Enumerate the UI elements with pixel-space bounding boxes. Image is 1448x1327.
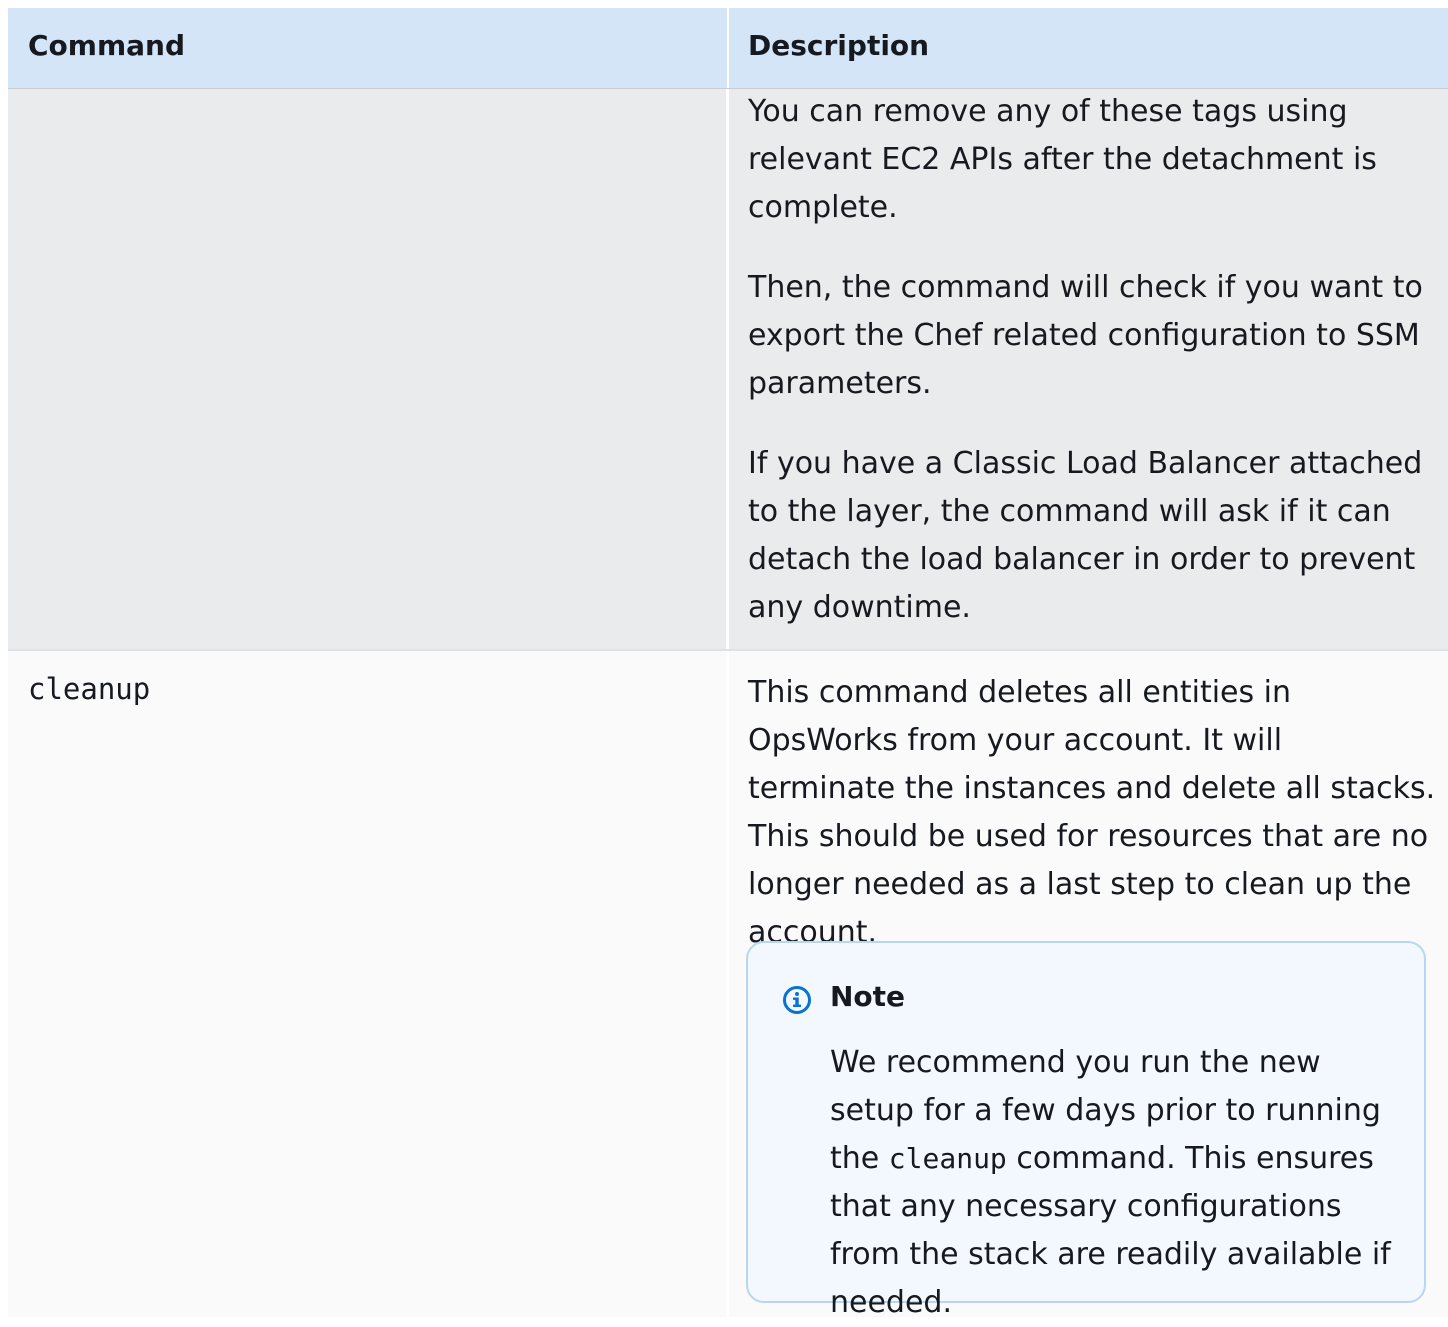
command-name-cleanup: cleanup bbox=[28, 672, 151, 706]
note-text: We recommend you run the new setup for a… bbox=[830, 1039, 1410, 1327]
column-header-command: Command bbox=[28, 29, 186, 62]
column-divider bbox=[726, 89, 729, 650]
note-title: Note bbox=[830, 980, 906, 1013]
description-paragraph: If you have a Classic Load Balancer atta… bbox=[748, 446, 1423, 625]
header-column-divider bbox=[727, 8, 729, 88]
column-header-description: Description bbox=[748, 29, 930, 62]
note-callout: Note We recommend you run the new setup … bbox=[746, 941, 1426, 1320]
description-paragraph: This command deletes all entities in Ops… bbox=[748, 675, 1436, 950]
commands-table: Command Description You can remove any o… bbox=[8, 8, 1448, 1320]
column-divider bbox=[726, 651, 729, 1317]
table-header-row: Command Description bbox=[8, 8, 1448, 89]
description-paragraph: Then, the command will check if you want… bbox=[748, 270, 1423, 401]
description-paragraph: You can remove any of these tags using r… bbox=[748, 94, 1377, 225]
info-icon bbox=[783, 986, 811, 1014]
inline-code-cleanup: cleanup bbox=[888, 1142, 1007, 1175]
